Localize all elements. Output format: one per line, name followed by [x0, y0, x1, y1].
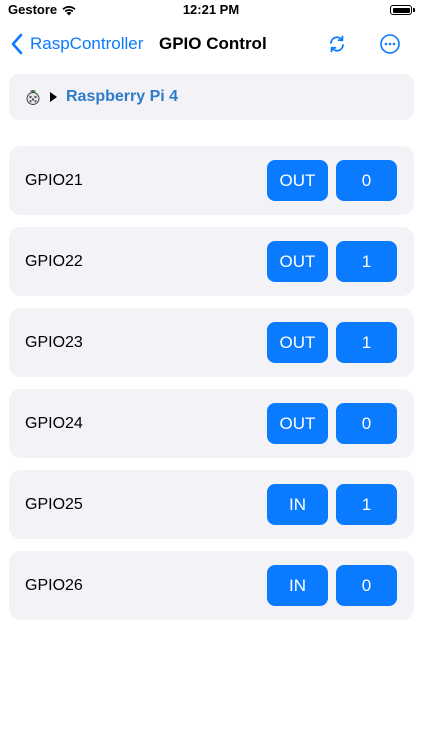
status-bar: Gestore 12:21 PM: [0, 0, 422, 22]
gpio-name: GPIO25: [25, 496, 83, 513]
refresh-button[interactable]: [324, 31, 350, 57]
gpio-row: GPIO25 IN 1: [9, 470, 414, 539]
value-button[interactable]: 1: [336, 484, 397, 525]
gpio-row: GPIO23 OUT 1: [9, 308, 414, 377]
device-name: Raspberry Pi 4: [66, 88, 179, 105]
back-button[interactable]: RaspController: [10, 26, 143, 62]
back-label: RaspController: [30, 34, 144, 53]
chevron-left-icon: [11, 33, 23, 55]
status-time: 12:21 PM: [182, 2, 240, 17]
direction-button[interactable]: IN: [267, 484, 328, 525]
gpio-list: GPIO21 OUT 0 GPIO22 OUT 1 GPIO23 OUT 1 G…: [9, 146, 414, 632]
direction-button[interactable]: IN: [267, 565, 328, 606]
gpio-row: GPIO24 OUT 0: [9, 389, 414, 458]
device-selector[interactable]: Raspberry Pi 4: [9, 74, 414, 120]
ellipsis-circle-icon: [380, 34, 400, 54]
refresh-icon: [330, 35, 344, 53]
gpio-row: GPIO21 OUT 0: [9, 146, 414, 215]
gpio-row: GPIO22 OUT 1: [9, 227, 414, 296]
gpio-row: GPIO26 IN 0: [9, 551, 414, 620]
gpio-name: GPIO21: [25, 172, 83, 189]
direction-button[interactable]: OUT: [267, 322, 328, 363]
page-title: GPIO Control: [159, 34, 267, 53]
gpio-name: GPIO24: [25, 415, 83, 432]
more-options-button[interactable]: [377, 31, 403, 57]
gpio-name: GPIO23: [25, 334, 83, 351]
direction-button[interactable]: OUT: [267, 403, 328, 444]
value-button[interactable]: 1: [336, 241, 397, 282]
raspberry-pi-icon: [26, 90, 40, 105]
direction-button[interactable]: OUT: [267, 160, 328, 201]
value-button[interactable]: 1: [336, 322, 397, 363]
gpio-name: GPIO22: [25, 253, 83, 270]
direction-button[interactable]: OUT: [267, 241, 328, 282]
disclosure-triangle-icon: [50, 92, 57, 102]
navigation-bar: RaspController GPIO Control: [0, 26, 422, 62]
value-button[interactable]: 0: [336, 160, 397, 201]
value-button[interactable]: 0: [336, 565, 397, 606]
battery-icon: [390, 5, 415, 15]
value-button[interactable]: 0: [336, 403, 397, 444]
gpio-name: GPIO26: [25, 577, 83, 594]
